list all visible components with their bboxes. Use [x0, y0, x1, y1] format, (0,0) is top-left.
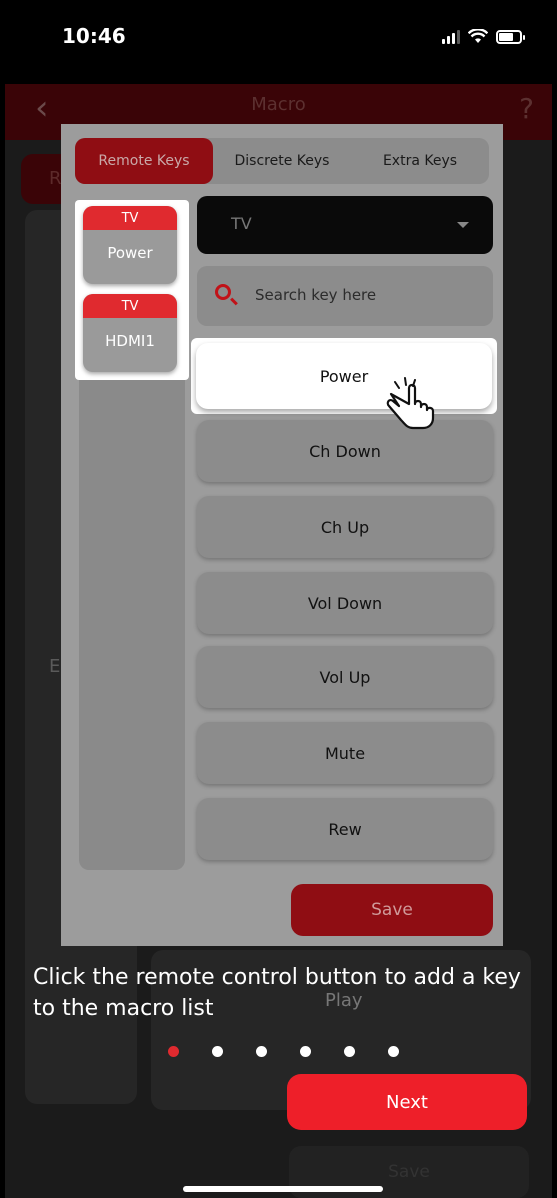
added-keys-highlight: TV Power TV HDMI1: [75, 200, 189, 380]
tab-discrete-keys[interactable]: Discrete Keys: [213, 138, 351, 184]
tab-remote-keys[interactable]: Remote Keys: [75, 138, 213, 184]
macro-key-card[interactable]: TV HDMI1: [83, 294, 177, 372]
help-icon[interactable]: ?: [519, 92, 534, 125]
home-indicator[interactable]: [183, 1186, 383, 1192]
macro-key-device: TV: [83, 294, 177, 318]
page-dot: [344, 1046, 355, 1057]
status-time: 10:46: [62, 24, 126, 48]
app-title: Macro: [251, 94, 306, 115]
page-dot: [168, 1046, 179, 1057]
macro-key-device: TV: [83, 206, 177, 230]
page-dot: [300, 1046, 311, 1057]
key-button-vol-up[interactable]: Vol Up: [197, 646, 493, 708]
chevron-down-icon: [457, 222, 469, 228]
device-select-value: TV: [231, 214, 252, 233]
macro-key-name: Power: [107, 244, 153, 262]
key-button-label: Power: [319, 366, 369, 386]
modal-save-button[interactable]: Save: [291, 884, 493, 936]
tab-extra-keys[interactable]: Extra Keys: [351, 138, 489, 184]
macro-key-name: HDMI1: [105, 332, 155, 350]
pointing-hand-icon: [386, 377, 435, 430]
page-dot: [256, 1046, 267, 1057]
key-tabs: Remote Keys Discrete Keys Extra Keys: [75, 138, 489, 184]
search-placeholder: Search key here: [255, 286, 377, 304]
key-button-highlight: Power: [191, 338, 497, 414]
page-dot: [212, 1046, 223, 1057]
next-button[interactable]: Next: [287, 1074, 527, 1130]
tutorial-page-indicator: [168, 1046, 399, 1057]
key-button-mute[interactable]: Mute: [197, 722, 493, 784]
status-bar: 10:46: [5, 0, 552, 84]
phone-screen: 10:46 ‹ Macro ? R E Play Remote Keys Dis…: [5, 0, 552, 1198]
search-icon: [215, 284, 231, 300]
device-select[interactable]: TV: [197, 196, 493, 254]
tutorial-hint: Click the remote control button to add a…: [33, 965, 521, 1021]
key-picker-modal: Remote Keys Discrete Keys Extra Keys TV …: [61, 124, 503, 946]
key-button-vol-down[interactable]: Vol Down: [197, 572, 493, 634]
key-button-ch-down[interactable]: Ch Down: [197, 420, 493, 482]
signal-icon: [442, 28, 460, 44]
search-input[interactable]: Search key here: [197, 266, 493, 326]
page-dot: [388, 1046, 399, 1057]
macro-key-card[interactable]: TV Power: [83, 206, 177, 284]
battery-icon: [496, 30, 525, 44]
status-icons: [442, 28, 525, 44]
key-button-rew[interactable]: Rew: [197, 798, 493, 860]
wifi-icon: [468, 29, 488, 43]
key-button-ch-up[interactable]: Ch Up: [197, 496, 493, 558]
background-label: E: [49, 656, 61, 677]
background-tab-label: R: [49, 168, 62, 189]
key-button-power[interactable]: Power: [196, 343, 492, 409]
